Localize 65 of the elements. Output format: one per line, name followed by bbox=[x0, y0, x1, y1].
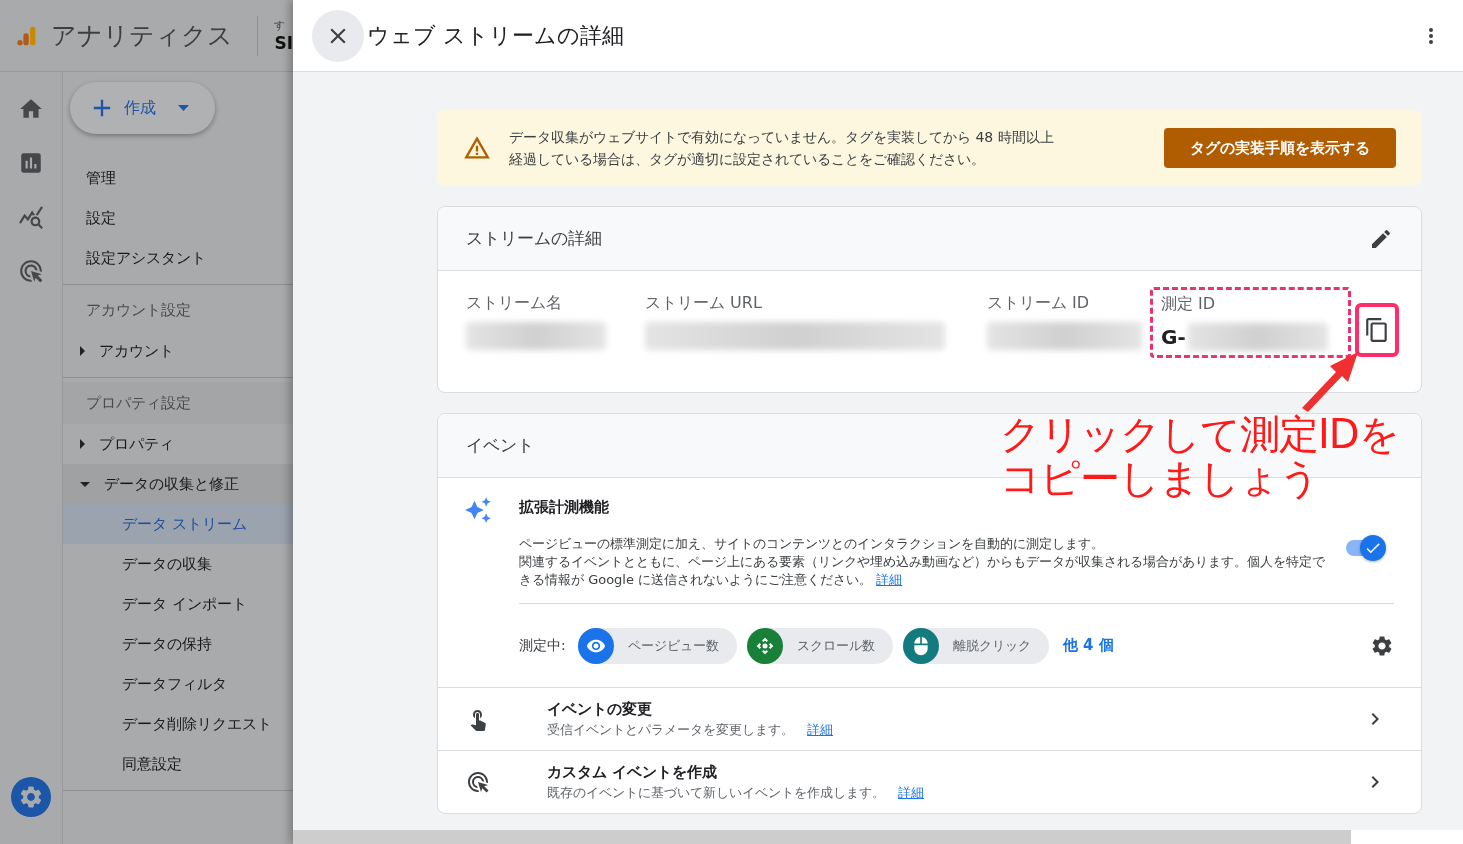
gear-icon bbox=[18, 784, 44, 810]
nav-item[interactable]: データ削除リクエスト bbox=[63, 704, 293, 744]
copy-icon bbox=[1364, 317, 1390, 343]
panel-title: ウェブ ストリームの詳細 bbox=[367, 21, 625, 50]
nav-group[interactable]: データの収集と修正 bbox=[63, 464, 293, 504]
copy-button[interactable] bbox=[1355, 303, 1399, 357]
app-name: アナリティクス bbox=[51, 20, 234, 52]
caret-right-icon bbox=[80, 439, 85, 449]
nav-heading: アカウント設定 bbox=[85, 299, 192, 321]
card-title: イベント bbox=[466, 434, 534, 457]
more-link[interactable]: 他 4 個 bbox=[1062, 636, 1360, 655]
sparkle-icon bbox=[464, 496, 492, 524]
banner-message: データ収集がウェブサイトで有効になっていません。タグを実装してから 48 時間以上 経過している場合は、タグが適切に設定されていることをご確認ください。 bbox=[509, 128, 1055, 169]
row-title: イベントの変更 bbox=[547, 699, 653, 719]
close-button[interactable] bbox=[312, 9, 364, 62]
arrow-drawing bbox=[1300, 350, 1360, 412]
annotation-text: クリックして測定IDを コピーしましょう bbox=[1000, 412, 1399, 500]
feature-title: 拡張計測機能 bbox=[519, 497, 610, 517]
cursor-click-icon bbox=[466, 770, 490, 794]
details-link[interactable]: 詳細 bbox=[898, 784, 924, 800]
nav-group[interactable]: プロパティ bbox=[63, 424, 293, 464]
measurement-id: G- bbox=[1161, 325, 1186, 349]
nav-item[interactable]: データ インポート bbox=[63, 584, 293, 624]
row-title: カスタム イベントを作成 bbox=[547, 762, 719, 782]
tag-instructions-button[interactable]: タグの実装手順を表示する bbox=[1164, 128, 1396, 168]
nav-item[interactable]: データの収集 bbox=[63, 544, 293, 584]
row-description: 既存のイベントに基づいて新しいイベントを作成します。 詳細 bbox=[547, 783, 925, 802]
account-name: SI bbox=[274, 33, 293, 53]
row-description: 受信イベントとパラメータを変更します。 詳細 bbox=[547, 720, 834, 739]
account-label: す bbox=[274, 18, 287, 33]
scrollbar[interactable] bbox=[293, 830, 1351, 844]
nav-item[interactable]: 設定アシスタント bbox=[63, 238, 293, 278]
warning-icon bbox=[463, 134, 491, 162]
dropdown-caret-icon bbox=[178, 105, 189, 111]
details-link[interactable]: 詳細 bbox=[876, 572, 903, 587]
field-label: 測定 ID bbox=[1161, 294, 1217, 315]
feature-description: ページビューの標準測定に加え、サイトのコンテンツとのインタラクションを自動的に測定します。 関連するイベントとともに、ページ上にある要素（リンクや埋め込み動画など）からもデータが収集される場合があります。個人を特定できる情報が Google に送信されないようにご注意ください。 詳細 bbox=[519, 535, 1326, 589]
event-row[interactable]: カスタム イベントを作成 既存のイベントに基づいて新しいイベントを作成します。 詳細 bbox=[438, 750, 1421, 813]
card-title: ストリームの詳細 bbox=[466, 227, 602, 250]
trend-chart-icon[interactable] bbox=[18, 204, 44, 230]
caret-down-icon bbox=[80, 481, 90, 487]
settings-button[interactable] bbox=[11, 777, 51, 817]
toggle-switch[interactable] bbox=[1346, 535, 1386, 561]
nav-heading: プロパティ設定 bbox=[63, 382, 293, 424]
chip-label: 離脱クリック bbox=[952, 636, 1031, 655]
nav-item[interactable]: データフィルタ bbox=[63, 664, 293, 704]
event-row[interactable]: イベントの変更 受信イベントとパラメータを変更します。 詳細 bbox=[438, 687, 1421, 750]
details-link[interactable]: 詳細 bbox=[807, 721, 833, 737]
measuring-label: 測定中: bbox=[519, 636, 566, 655]
cursor-click-icon[interactable] bbox=[18, 258, 44, 284]
more-vertical-icon bbox=[1429, 27, 1433, 44]
nav-item[interactable]: 設定 bbox=[63, 198, 293, 238]
bar-chart-icon[interactable] bbox=[18, 150, 44, 176]
field-label: ストリーム URL bbox=[645, 293, 763, 314]
caret-right-icon bbox=[80, 346, 85, 356]
nav-item[interactable]: 管理 bbox=[63, 158, 293, 198]
field-label: ストリーム名 bbox=[466, 293, 563, 314]
chip-label: スクロール数 bbox=[796, 636, 875, 655]
nav-item[interactable]: データの保持 bbox=[63, 624, 293, 664]
nav-item[interactable]: 同意設定 bbox=[63, 744, 293, 784]
nav-group[interactable]: アカウント bbox=[63, 331, 293, 371]
chip-label: ページビュー数 bbox=[627, 636, 719, 655]
field-label: ストリーム ID bbox=[987, 293, 1091, 314]
more-menu-button[interactable] bbox=[1429, 27, 1433, 44]
settings-icon[interactable] bbox=[1370, 633, 1394, 658]
